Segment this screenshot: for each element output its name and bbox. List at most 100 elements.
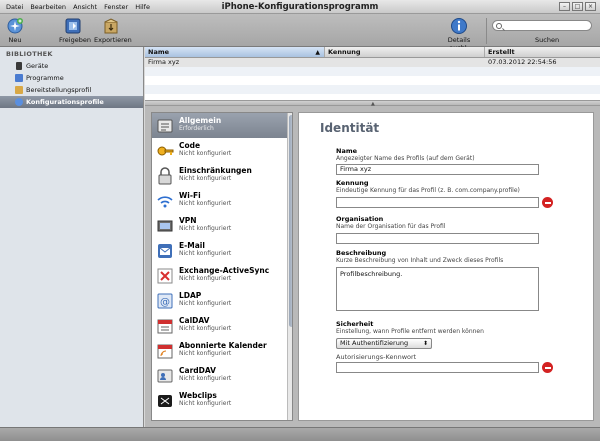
- description-description: Kurze Beschreibung von Inhalt und Zweck …: [336, 257, 504, 264]
- device-icon: [16, 62, 22, 70]
- select-arrows-icon: ⬍: [422, 340, 428, 347]
- payload-item-carddav[interactable]: CardDAV Nicht konfiguriert: [152, 363, 292, 388]
- identity-form: Identität Name Angezeigter Name des Prof…: [298, 112, 594, 421]
- payload-item-restrictions[interactable]: Einschränkungen Nicht konfiguriert: [152, 163, 292, 188]
- form-title: Identität: [320, 121, 380, 135]
- cell-name: Firma xyz: [148, 58, 180, 66]
- sidebar-item-provisioning[interactable]: Bereitstellungsprofil: [0, 84, 143, 96]
- search-icon: [496, 23, 502, 29]
- export-button[interactable]: Exportieren: [94, 16, 132, 44]
- payload-title: Einschränkungen: [179, 166, 252, 175]
- window-titlebar: Datei Bearbeiten Ansicht Fenster Hilfe i…: [0, 0, 600, 14]
- organization-label: Organisation: [336, 215, 384, 223]
- table-row-empty: [145, 67, 600, 76]
- payload-item-email[interactable]: E-Mail Nicht konfiguriert: [152, 238, 292, 263]
- column-header-created[interactable]: Erstellt: [485, 47, 600, 57]
- maximize-button[interactable]: □: [572, 2, 583, 11]
- cell-id: [325, 58, 485, 67]
- cell-created: 07.03.2012 22:54:56: [488, 58, 557, 66]
- new-button[interactable]: Neu: [4, 16, 26, 44]
- menu-window[interactable]: Fenster: [104, 3, 128, 11]
- passcode-icon: [155, 141, 174, 160]
- name-description: Angezeigter Name des Profils (auf dem Ge…: [336, 155, 475, 162]
- payload-title: Exchange-ActiveSync: [179, 266, 270, 275]
- sidebar-item-label: Konfigurationsprofile: [26, 98, 104, 106]
- id-field[interactable]: [336, 197, 539, 208]
- payload-status: Nicht konfiguriert: [179, 200, 232, 207]
- search-field[interactable]: [492, 20, 592, 31]
- payload-status: Nicht konfiguriert: [179, 400, 232, 407]
- close-button[interactable]: ×: [585, 2, 596, 11]
- menu-view[interactable]: Ansicht: [73, 3, 97, 11]
- column-header-id[interactable]: Kennung: [325, 47, 485, 57]
- payload-title: CardDAV: [179, 366, 216, 375]
- share-button[interactable]: Freigeben: [59, 16, 91, 44]
- provisioning-icon: [15, 86, 23, 94]
- new-button-label: Neu: [8, 36, 22, 44]
- table-row-empty: [145, 76, 600, 85]
- name-field[interactable]: Firma xyz: [336, 164, 539, 175]
- column-header-name[interactable]: Name ▲: [145, 47, 325, 57]
- payload-status: Nicht konfiguriert: [179, 325, 232, 332]
- payload-status: Nicht konfiguriert: [179, 150, 232, 157]
- sort-ascending-icon: ▲: [315, 49, 320, 56]
- payload-item-vpn[interactable]: VPN Nicht konfiguriert: [152, 213, 292, 238]
- general-icon: [155, 116, 174, 135]
- payload-item-exchange[interactable]: Exchange-ActiveSync Nicht konfiguriert: [152, 263, 292, 288]
- auth-password-field[interactable]: [336, 362, 539, 373]
- table-row-empty: [145, 85, 600, 94]
- payload-list-scrollbar[interactable]: [287, 113, 292, 420]
- description-field[interactable]: Profilbeschreibung.: [336, 267, 539, 311]
- payload-status: Nicht konfiguriert: [179, 275, 232, 282]
- sidebar-item-config-profiles[interactable]: Konfigurationsprofile: [0, 96, 143, 108]
- table-header: Name ▲ Kennung Erstellt: [145, 47, 600, 58]
- payload-item-caldav[interactable]: CalDAV Nicht konfiguriert: [152, 313, 292, 338]
- payload-item-webclips[interactable]: Webclips Nicht konfiguriert: [152, 388, 292, 413]
- config-profile-icon: [15, 98, 23, 106]
- library-heading: BIBLIOTHEK: [6, 50, 53, 58]
- auth-password-label: Autorisierungs-Kennwort: [336, 353, 417, 361]
- payload-item-general[interactable]: Allgemein Erforderlich: [152, 113, 292, 138]
- payload-item-passcode[interactable]: Code Nicht konfiguriert: [152, 138, 292, 163]
- payload-item-wifi[interactable]: Wi-Fi Nicht konfiguriert: [152, 188, 292, 213]
- apps-icon: [15, 74, 23, 82]
- security-label: Sicherheit: [336, 320, 374, 328]
- organization-description: Name der Organisation für das Profil: [336, 223, 446, 230]
- sidebar-item-label: Geräte: [26, 62, 49, 70]
- sidebar-item-apps[interactable]: Programme: [0, 72, 143, 84]
- svg-text:@: @: [160, 297, 170, 308]
- organization-field[interactable]: [336, 233, 539, 244]
- payload-item-subscribed-calendar[interactable]: Abonnierte Kalender Nicht konfiguriert: [152, 338, 292, 363]
- sidebar-item-devices[interactable]: Geräte: [0, 60, 143, 72]
- table-row[interactable]: Firma xyz 07.03.2012 22:54:56: [145, 58, 600, 67]
- payload-status: Nicht konfiguriert: [179, 250, 232, 257]
- sidebar-item-label: Bereitstellungsprofil: [26, 86, 92, 94]
- share-icon: [63, 16, 83, 35]
- menu-edit[interactable]: Bearbeiten: [30, 3, 66, 11]
- menu-file[interactable]: Datei: [6, 3, 23, 11]
- payload-status: Nicht konfiguriert: [179, 350, 232, 357]
- id-label: Kennung: [336, 179, 369, 187]
- scrollbar-thumb[interactable]: [289, 115, 292, 327]
- profiles-table: Name ▲ Kennung Erstellt Firma xyz 07.03.…: [145, 47, 600, 100]
- export-icon: [101, 16, 121, 35]
- menu-bar: Datei Bearbeiten Ansicht Fenster Hilfe: [6, 3, 150, 11]
- security-select[interactable]: Mit Authentifizierung ⬍: [336, 338, 432, 349]
- id-description: Eindeutige Kennung für das Profil (z. B.…: [336, 187, 520, 194]
- payload-title: Webclips: [179, 391, 217, 400]
- payload-item-ldap[interactable]: @ LDAP Nicht konfiguriert: [152, 288, 292, 313]
- caldav-icon: [155, 316, 174, 335]
- wifi-icon: [155, 191, 174, 210]
- payload-title: CalDAV: [179, 316, 210, 325]
- payload-status: Erforderlich: [179, 125, 214, 132]
- share-button-label: Freigeben: [59, 36, 91, 44]
- vpn-icon: [155, 216, 174, 235]
- menu-help[interactable]: Hilfe: [135, 3, 150, 11]
- subscribed-calendar-icon: [155, 341, 174, 360]
- carddav-icon: [155, 366, 174, 385]
- webclips-icon: [155, 391, 174, 410]
- toolbar: Neu Freigeben Exportieren Details ausbl.…: [0, 14, 600, 52]
- id-required-warning-icon: [542, 197, 553, 208]
- minimize-button[interactable]: –: [559, 2, 570, 11]
- email-icon: [155, 241, 174, 260]
